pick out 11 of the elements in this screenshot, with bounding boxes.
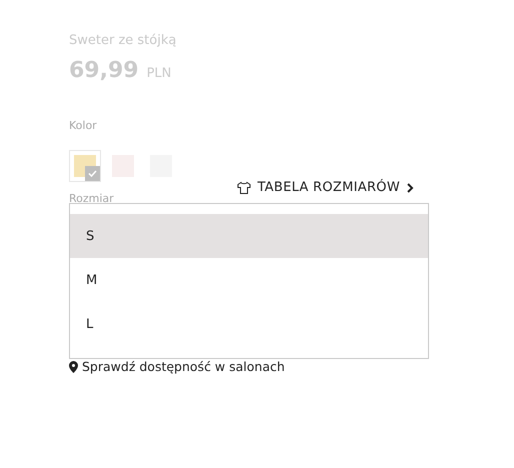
color-label: Kolor bbox=[69, 119, 98, 132]
shirt-icon bbox=[237, 180, 252, 194]
check-icon bbox=[85, 166, 100, 180]
size-chart-link[interactable]: TABELA ROZMIARÓW bbox=[237, 180, 414, 195]
store-availability-link[interactable]: Sprawdź dostępność w salonach bbox=[69, 359, 514, 374]
size-option[interactable]: S bbox=[70, 214, 428, 258]
size-dropdown[interactable]: S M L bbox=[69, 203, 429, 359]
size-label: Rozmiar bbox=[69, 192, 115, 205]
location-pin-icon bbox=[69, 360, 78, 372]
color-swatch[interactable] bbox=[69, 150, 101, 182]
chevron-right-icon bbox=[406, 182, 414, 192]
